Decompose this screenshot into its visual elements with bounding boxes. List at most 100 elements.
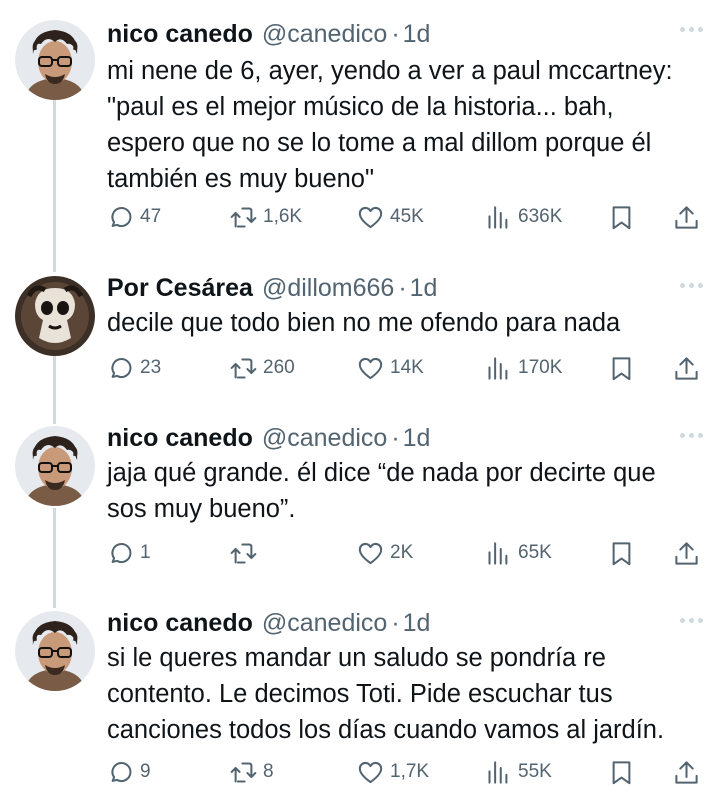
heart-icon: [358, 206, 383, 228]
man-with-glasses-avatar-icon: [15, 20, 95, 100]
retweet-button[interactable]: 260: [230, 351, 295, 385]
like-button[interactable]: 2K: [357, 536, 413, 570]
separator-dot: ·: [398, 273, 407, 302]
more-dots-icon[interactable]: [680, 618, 703, 623]
display-name[interactable]: Por Cesárea: [107, 274, 253, 303]
tweet-text: si le queres mandar un saludo se pondría…: [107, 644, 665, 744]
like-count: 14K: [390, 357, 424, 378]
reply-count: 47: [140, 206, 162, 227]
dark-character-avatar-icon: [15, 276, 95, 356]
display-name[interactable]: nico canedo: [107, 609, 253, 638]
tweet-text: decile que todo bien no me ofendo para n…: [107, 309, 621, 337]
reply-count: 1: [140, 542, 151, 563]
heart-icon: [358, 542, 383, 564]
share-arrow-icon: [675, 760, 698, 784]
avatar[interactable]: [15, 276, 95, 356]
more-dots-icon[interactable]: [680, 433, 703, 438]
more-dots-icon[interactable]: [680, 27, 703, 32]
bookmark-button[interactable]: [608, 200, 635, 234]
tweet-text: jaja qué grande. él dice “de nada por de…: [107, 459, 656, 523]
avatar[interactable]: [15, 611, 95, 691]
reply-button[interactable]: 47: [107, 200, 161, 234]
retweet-arrows-icon: [230, 357, 257, 379]
speech-bubble-icon: [111, 761, 132, 782]
user-handle[interactable]: @canedico: [262, 424, 387, 453]
man-with-glasses-avatar-icon: [15, 426, 95, 506]
user-handle[interactable]: @dillom666: [262, 274, 394, 303]
bookmark-button[interactable]: [608, 351, 635, 385]
bookmark-icon: [612, 541, 631, 565]
like-button[interactable]: 1,7K: [357, 755, 429, 789]
tweet[interactable]: nico canedo @canedico · 1d jaja qué gran…: [0, 421, 721, 581]
views-button[interactable]: 636K: [485, 200, 562, 234]
view-count: 65K: [518, 542, 552, 563]
tweet-header: nico canedo @canedico · 1d: [107, 17, 430, 51]
separator-dot: ·: [391, 423, 400, 452]
share-arrow-icon: [675, 356, 698, 380]
bookmark-icon: [612, 205, 631, 229]
views-button[interactable]: 170K: [485, 351, 562, 385]
tweet-text: mi nene de 6, ayer, yendo a ver a paul m…: [107, 57, 673, 193]
retweet-button[interactable]: 1,6K: [230, 200, 302, 234]
like-count: 45K: [390, 206, 424, 227]
timestamp[interactable]: 1d: [403, 424, 431, 453]
tweet[interactable]: nico canedo @canedico · 1d mi nene de 6,…: [0, 15, 721, 260]
retweet-arrows-icon: [230, 761, 257, 783]
views-button[interactable]: 55K: [485, 755, 552, 789]
bookmark-icon: [612, 760, 631, 784]
reply-button[interactable]: 23: [107, 351, 161, 385]
tweet-actions: 23 260 14K 170K: [107, 351, 709, 385]
like-button[interactable]: 45K: [357, 200, 424, 234]
retweet-count: 1,6K: [263, 206, 303, 227]
tweet-actions: 47 1,6K 45K 636K: [107, 200, 709, 234]
bar-chart-icon: [488, 760, 508, 784]
timestamp[interactable]: 1d: [403, 609, 431, 638]
reply-button[interactable]: 9: [107, 755, 151, 789]
retweet-button[interactable]: [230, 536, 263, 570]
speech-bubble-icon: [111, 542, 132, 563]
tweet-header: nico canedo @canedico · 1d: [107, 421, 430, 455]
share-button[interactable]: [673, 536, 700, 570]
tweet[interactable]: nico canedo @canedico · 1d si le queres …: [0, 606, 721, 794]
speech-bubble-icon: [111, 357, 132, 378]
like-button[interactable]: 14K: [357, 351, 424, 385]
tweet-header: nico canedo @canedico · 1d: [107, 606, 430, 640]
share-button[interactable]: [673, 755, 700, 789]
tweet-header: Por Cesárea @dillom666 · 1d: [107, 271, 437, 305]
reply-button[interactable]: 1: [107, 536, 151, 570]
retweet-arrows-icon: [230, 206, 257, 228]
display-name[interactable]: nico canedo: [107, 424, 253, 453]
man-with-glasses-avatar-icon: [15, 611, 95, 691]
tweet[interactable]: Por Cesárea @dillom666 · 1d decile que t…: [0, 271, 721, 391]
view-count: 55K: [518, 761, 552, 782]
more-dots-icon[interactable]: [680, 283, 703, 288]
tweet-actions: 1 2K 65K: [107, 536, 709, 570]
separator-dot: ·: [391, 608, 400, 637]
share-button[interactable]: [673, 351, 700, 385]
like-count: 1,7K: [390, 761, 430, 782]
bookmark-button[interactable]: [608, 755, 635, 789]
heart-icon: [358, 761, 383, 783]
share-arrow-icon: [675, 205, 698, 229]
reply-count: 9: [140, 761, 151, 782]
bar-chart-icon: [488, 356, 508, 380]
bar-chart-icon: [488, 205, 508, 229]
timestamp[interactable]: 1d: [403, 20, 431, 49]
retweet-arrows-icon: [230, 542, 257, 564]
like-count: 2K: [390, 542, 414, 563]
timestamp[interactable]: 1d: [410, 274, 438, 303]
view-count: 636K: [518, 206, 563, 227]
share-button[interactable]: [673, 200, 700, 234]
avatar[interactable]: [15, 20, 95, 100]
bar-chart-icon: [488, 541, 508, 565]
heart-icon: [358, 357, 383, 379]
retweet-button[interactable]: 8: [230, 755, 274, 789]
bookmark-button[interactable]: [608, 536, 635, 570]
views-button[interactable]: 65K: [485, 536, 552, 570]
share-arrow-icon: [675, 541, 698, 565]
retweet-count: 8: [263, 761, 274, 782]
display-name[interactable]: nico canedo: [107, 20, 253, 49]
user-handle[interactable]: @canedico: [262, 609, 387, 638]
user-handle[interactable]: @canedico: [262, 20, 387, 49]
avatar[interactable]: [15, 426, 95, 506]
